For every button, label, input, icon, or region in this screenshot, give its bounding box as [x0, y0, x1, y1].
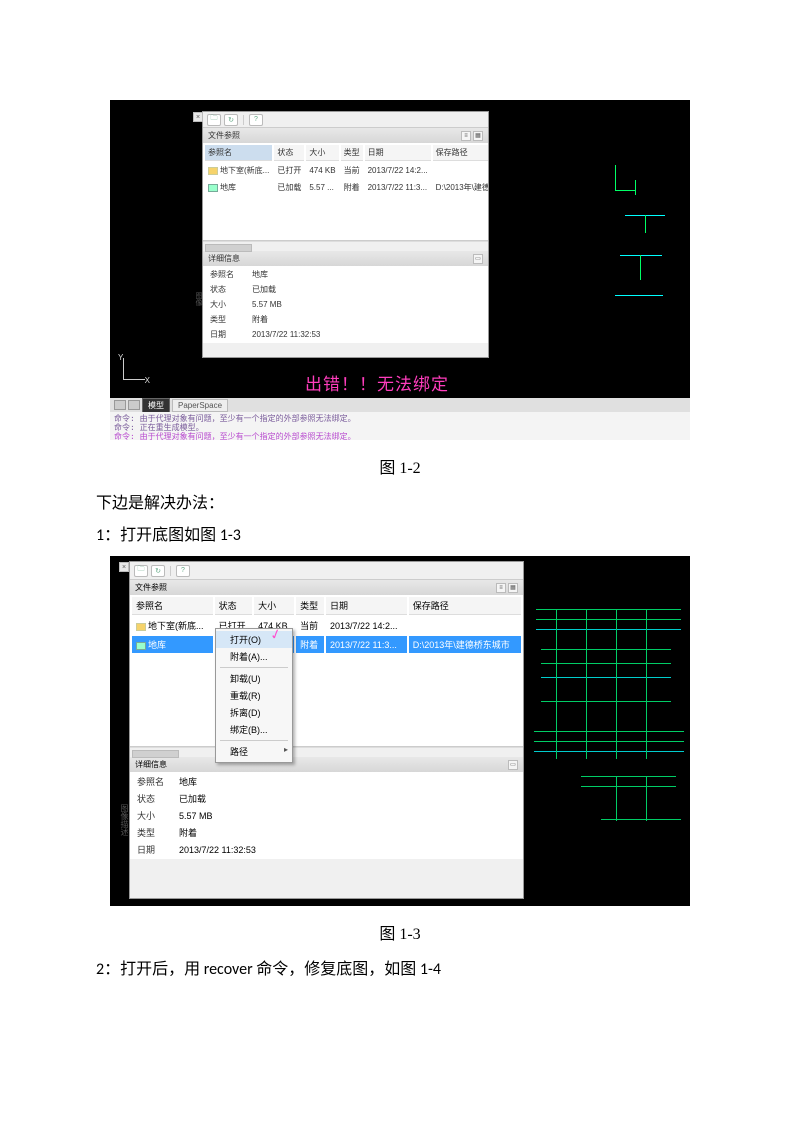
file-refs-list: 参照名 状态 大小 类型 日期 保存路径 地下室(新底... 已打开 474 K… [130, 595, 523, 747]
toolbar-separator [243, 115, 244, 125]
annotation-error: 出错！！无法绑定 [305, 370, 449, 395]
col-status[interactable]: 状态 [274, 145, 304, 161]
details-title: 详细信息 [208, 253, 240, 264]
col-date[interactable]: 日期 [326, 597, 407, 615]
expand-icon[interactable]: ▭ [508, 760, 518, 770]
palette-side-label: 图像 [193, 292, 203, 306]
table-row[interactable]: 地下室(新底... 已打开 474 KB 当前 2013/7/22 14:2..… [205, 163, 488, 178]
expand-icon[interactable]: ▭ [473, 254, 483, 264]
ref-name: 地库 [148, 640, 166, 650]
refresh-icon[interactable]: ↻ [151, 565, 165, 577]
palette-toolbar: 🗀 ↻ ? [130, 562, 523, 580]
tab-prev-icon[interactable] [114, 400, 126, 410]
dwg-icon [136, 623, 146, 631]
dwg-icon [136, 642, 146, 650]
cad-drawing [585, 160, 685, 320]
file-refs-header: 文件参照 ≡ ▦ [130, 580, 523, 595]
intro-text: 下边是解决办法： [96, 492, 704, 516]
tab-paperspace[interactable]: PaperSpace [172, 399, 228, 412]
cad-drawing [526, 601, 688, 836]
command-line[interactable]: 命令: 由于代理对象有问题，至少有一个指定的外部参照无法绑定。 命令: 正在重生… [110, 412, 690, 440]
layout-tabs: 模型 PaperSpace [110, 398, 690, 412]
thumb-view-icon[interactable]: ▦ [473, 131, 483, 141]
close-icon[interactable]: × [193, 112, 203, 122]
ucs-icon: YX [118, 355, 148, 385]
file-refs-title: 文件参照 [135, 582, 167, 593]
close-icon[interactable]: × [119, 562, 129, 572]
table-row[interactable]: 地下室(新底... 已打开 474 KB 当前 2013/7/22 14:2..… [132, 617, 521, 634]
ref-name: 地下室(新底... [220, 166, 269, 175]
details-panel: 参照名地库 状态已加载 大小5.57 MB 类型附着 日期2013/7/22 1… [130, 772, 523, 859]
step-1-text: 1：打开底图如图 1-3 [96, 524, 704, 548]
xref-palette: × 🗀 ↻ ? 文件参照 ≡ ▦ 参照名 状态 大小 [130, 562, 523, 898]
table-row[interactable]: 地库 已加载 5.57 ... 附着 2013/7/22 11:3... D:\… [205, 180, 488, 195]
col-type[interactable]: 类型 [341, 145, 363, 161]
dwg-icon [208, 184, 218, 192]
palette-toolbar: 🗀 ↻ ? [203, 112, 488, 128]
attach-dwg-icon[interactable]: 🗀 [134, 565, 148, 577]
col-path[interactable]: 保存路径 [433, 145, 488, 161]
col-name[interactable]: 参照名 [205, 145, 272, 161]
details-header: 详细信息 ▭ [130, 757, 523, 772]
file-refs-title: 文件参照 [208, 130, 240, 141]
file-refs-list: 参照名 状态 大小 类型 日期 保存路径 地下室(新底... 已打开 474 K… [203, 143, 488, 241]
palette-side-label: 图像描述 [119, 804, 129, 836]
screenshot-fig-1-3: × 🗀 ↻ ? 文件参照 ≡ ▦ 参照名 状态 大小 [110, 556, 690, 906]
ref-name: 地下室(新底... [148, 621, 204, 631]
refresh-icon[interactable]: ↻ [224, 114, 238, 126]
col-date[interactable]: 日期 [365, 145, 431, 161]
details-panel: 参照名地库 状态已加载 大小5.57 MB 类型附着 日期2013/7/22 1… [203, 266, 488, 343]
context-menu: 打开(O) 附着(A)... 卸载(U) 重载(R) 拆离(D) 绑定(B)..… [215, 628, 293, 763]
toolbar-separator [170, 566, 171, 576]
file-refs-header: 文件参照 ≡ ▦ [203, 128, 488, 143]
col-type[interactable]: 类型 [296, 597, 324, 615]
menu-bind[interactable]: 绑定(B)... [216, 721, 292, 738]
menu-unload[interactable]: 卸载(U) [216, 670, 292, 687]
attach-dwg-icon[interactable]: 🗀 [207, 114, 221, 126]
col-size[interactable]: 大小 [306, 145, 338, 161]
details-header: 详细信息 ▭ [203, 251, 488, 266]
screenshot-fig-1-2: × 🗀 ↻ ? 文件参照 ≡ ▦ 参照名 状态 大小 [110, 100, 690, 440]
details-title: 详细信息 [135, 759, 167, 770]
ref-name: 地库 [220, 183, 236, 192]
step-2-text: 2：打开后，用 recover 命令，修复底图，如图 1-4 [96, 958, 704, 982]
hscrollbar[interactable] [130, 747, 523, 757]
menu-reload[interactable]: 重载(R) [216, 687, 292, 704]
list-view-icon[interactable]: ≡ [461, 131, 471, 141]
help-icon[interactable]: ? [176, 565, 190, 577]
col-name[interactable]: 参照名 [132, 597, 213, 615]
figure-caption-1-2: 图 1-2 [0, 454, 800, 478]
hscrollbar[interactable] [203, 241, 488, 251]
xref-palette: × 🗀 ↻ ? 文件参照 ≡ ▦ 参照名 状态 大小 [203, 112, 488, 357]
col-path[interactable]: 保存路径 [409, 597, 521, 615]
tab-model[interactable]: 模型 [142, 398, 170, 413]
help-icon[interactable]: ? [249, 114, 263, 126]
menu-path[interactable]: 路径 [216, 743, 292, 760]
list-view-icon[interactable]: ≡ [496, 583, 506, 593]
table-row-selected[interactable]: 地库 已加载 5.57 ... 附着 2013/7/22 11:3... D:\… [132, 636, 521, 653]
col-size[interactable]: 大小 [254, 597, 294, 615]
menu-separator [220, 667, 288, 668]
menu-separator [220, 740, 288, 741]
dwg-icon [208, 167, 218, 175]
col-status[interactable]: 状态 [215, 597, 252, 615]
menu-detach[interactable]: 拆离(D) [216, 704, 292, 721]
tab-next-icon[interactable] [128, 400, 140, 410]
menu-attach[interactable]: 附着(A)... [216, 648, 292, 665]
thumb-view-icon[interactable]: ▦ [508, 583, 518, 593]
figure-caption-1-3: 图 1-3 [0, 920, 800, 944]
